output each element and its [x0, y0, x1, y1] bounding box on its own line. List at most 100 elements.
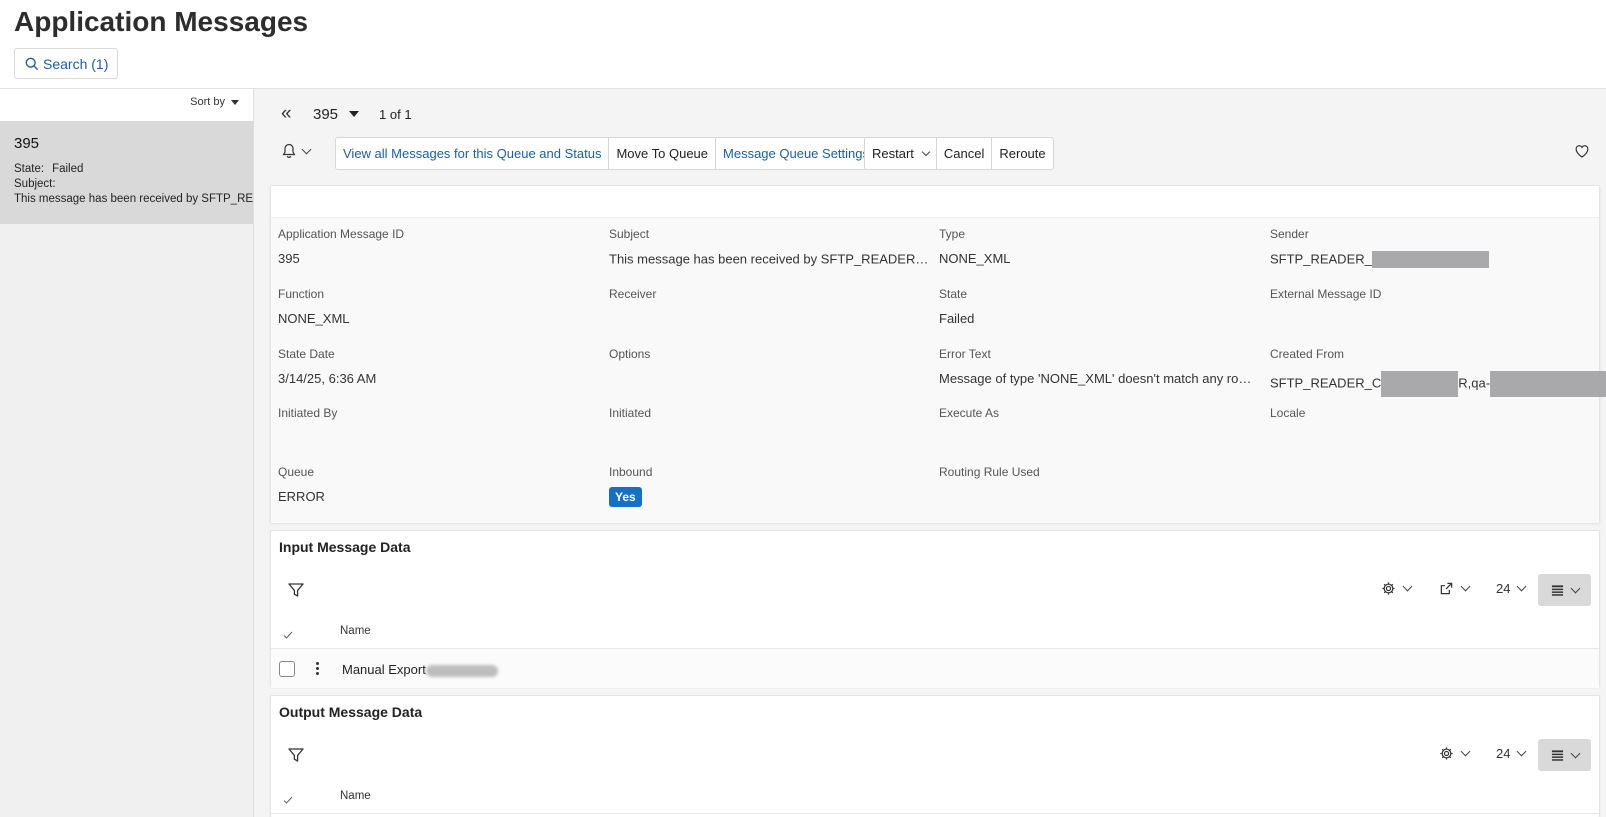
field-error-text: Error Text Message of type 'NONE_XML' do… — [939, 347, 1257, 386]
chevron-down-icon — [1570, 583, 1580, 593]
field-sender: Sender SFTP_READER_ — [1270, 227, 1590, 268]
record-selector[interactable]: 395 — [313, 105, 360, 123]
restart-button[interactable]: Restart — [865, 138, 937, 169]
chevron-down-icon — [921, 147, 931, 156]
select-all-check-icon[interactable] — [282, 795, 294, 805]
export-icon — [1440, 582, 1453, 595]
filter-icon[interactable] — [287, 746, 305, 764]
list-item-state: Failed — [52, 163, 84, 175]
export-button[interactable] — [1439, 581, 1471, 596]
state-value: Failed — [939, 311, 975, 326]
chevron-down-icon — [1517, 746, 1527, 757]
chevron-down-icon — [1517, 581, 1527, 592]
page-title: Application Messages — [14, 6, 309, 37]
sender-value: SFTP_READER_ — [1270, 251, 1372, 267]
record-selector-value: 395 — [313, 105, 339, 123]
search-button-label: Search (1) — [43, 55, 109, 72]
field-locale: Locale — [1270, 406, 1306, 420]
record-list-sidebar: Sort by 395 State: Failed Subject: This m… — [0, 89, 254, 817]
double-chevron-left-icon[interactable]: « — [281, 104, 303, 123]
chevron-down-icon — [1402, 581, 1413, 592]
kebab-menu-icon[interactable] — [314, 661, 320, 677]
field-initiated: Initiated — [609, 406, 652, 420]
table-row[interactable]: Manual Export — [271, 648, 1599, 688]
caret-down-icon — [349, 111, 360, 117]
message-actions-group: View all Messages for this Queue and Sta… — [335, 137, 877, 170]
chevron-down-icon — [301, 144, 312, 154]
field-state: State Failed — [939, 287, 1259, 328]
message-queue-settings-button[interactable]: Message Queue Settings — [716, 138, 876, 169]
view-all-messages-button[interactable]: View all Messages for this Queue and Sta… — [336, 138, 610, 169]
bell-icon — [282, 143, 296, 158]
redacted-block — [1381, 371, 1459, 397]
created-from-value-suffix: R,qa- — [1458, 375, 1491, 391]
restart-button-label: Restart — [872, 146, 914, 161]
field-function: Function NONE_XML — [278, 287, 598, 328]
list-view-icon — [1551, 749, 1563, 761]
list-item-state-label: State: — [14, 163, 45, 175]
view-mode-selector[interactable] — [1538, 739, 1591, 771]
redacted-block — [1490, 371, 1606, 397]
sort-by-label: Sort by — [190, 96, 225, 108]
select-all-check-icon[interactable] — [282, 630, 294, 640]
sort-by-button[interactable]: Sort by — [190, 96, 239, 108]
input-message-data-card: Input Message Data 24 Name Manual Export — [270, 530, 1600, 688]
table-settings-button[interactable] — [1439, 746, 1471, 761]
gear-icon — [1382, 582, 1395, 595]
type-value: NONE_XML — [939, 251, 1011, 266]
gear-icon — [1440, 747, 1453, 760]
reroute-button[interactable]: Reroute — [992, 138, 1053, 169]
queue-value: ERROR — [278, 489, 325, 504]
redacted-block — [1371, 251, 1489, 268]
caret-down-icon — [231, 99, 239, 105]
input-message-data-title: Input Message Data — [279, 539, 411, 555]
error-text-value: Message of type 'NONE_XML' doesn't match… — [939, 371, 1257, 386]
function-value: NONE_XML — [278, 311, 350, 326]
list-view-icon — [1551, 584, 1563, 596]
chevron-down-icon — [1570, 748, 1580, 758]
list-item-id: 395 — [14, 135, 40, 152]
field-queue: Queue ERROR — [278, 465, 598, 506]
move-to-queue-button[interactable]: Move To Queue — [609, 138, 717, 169]
output-message-data-title: Output Message Data — [279, 704, 423, 720]
field-routing-rule: Routing Rule Used — [939, 465, 1040, 479]
external-message-id-value — [1270, 311, 1590, 328]
view-mode-selector[interactable] — [1538, 574, 1591, 606]
output-message-data-card: Output Message Data 24 Name — [270, 695, 1600, 817]
search-button[interactable]: Search (1) — [14, 48, 119, 79]
field-options: Options — [609, 347, 929, 388]
row-name: Manual Export — [342, 662, 426, 677]
page-size-selector[interactable]: 24 — [1496, 581, 1527, 596]
notification-button[interactable] — [281, 143, 312, 159]
row-checkbox[interactable] — [279, 661, 295, 677]
redacted-block — [425, 664, 498, 677]
page-header: Application Messages Search (1) — [0, 0, 1606, 89]
field-created-from: Created From SFTP_READER_C R,qa- — [1270, 347, 1606, 397]
state-date-value: 3/14/25, 6:36 AM — [278, 371, 377, 386]
list-item-subject-label: Subject: — [14, 178, 56, 190]
chevron-down-icon — [1460, 581, 1471, 592]
app-message-id-value: 395 — [278, 251, 300, 266]
receiver-value — [609, 311, 929, 328]
subject-value: This message has been received by SFTP_R… — [609, 251, 929, 267]
page-size-value: 24 — [1496, 746, 1511, 761]
cancel-button[interactable]: Cancel — [936, 138, 993, 169]
list-item[interactable]: 395 State: Failed Subject: This message h… — [0, 121, 253, 224]
column-header-name[interactable]: Name — [340, 625, 371, 637]
field-inbound: Inbound Yes — [609, 465, 929, 507]
table-settings-button[interactable] — [1381, 581, 1413, 596]
inbound-badge: Yes — [609, 487, 642, 507]
field-external-message-id: External Message ID — [1270, 287, 1590, 328]
heart-icon[interactable] — [1574, 143, 1590, 159]
field-type: Type NONE_XML — [939, 227, 1259, 268]
message-details-card: Application Message ID 395 Subject This … — [270, 185, 1606, 523]
field-receiver: Receiver — [609, 287, 929, 328]
column-header-name[interactable]: Name — [340, 790, 371, 802]
process-actions-group: Restart Cancel Reroute — [864, 137, 1054, 170]
field-state-date: State Date 3/14/25, 6:36 AM — [278, 347, 598, 388]
field-subject: Subject This message has been received b… — [609, 227, 929, 268]
page-size-selector[interactable]: 24 — [1496, 746, 1527, 761]
options-value — [609, 371, 929, 388]
filter-icon[interactable] — [287, 581, 305, 599]
message-details-fields: Application Message ID 395 Subject This … — [271, 218, 1606, 523]
